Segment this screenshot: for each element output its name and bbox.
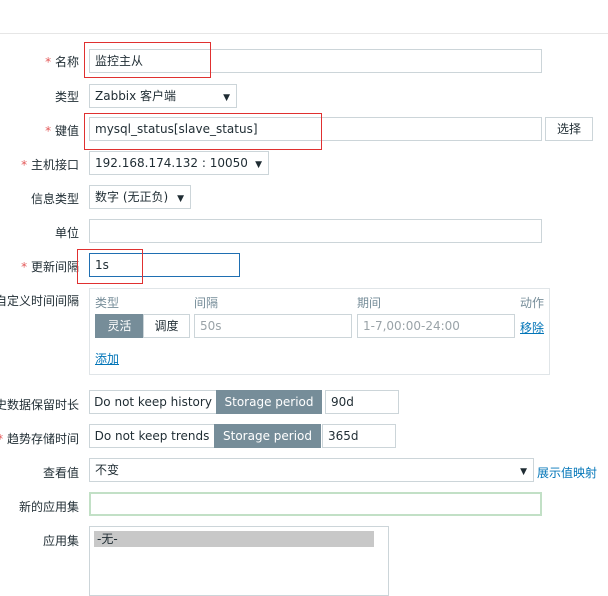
history-storage-button[interactable]: Storage period: [216, 390, 322, 414]
info-type-label: 信息类型: [30, 192, 79, 206]
apps-option[interactable]: -无-: [94, 531, 374, 547]
custom-intervals-label: 自定义时间间隔: [0, 294, 79, 308]
show-value-label: 查看值: [42, 466, 79, 480]
select-key-button[interactable]: 选择: [545, 117, 593, 141]
interface-select[interactable]: 192.168.174.132 : 10050: [89, 151, 269, 175]
new-app-label: 新的应用集: [18, 500, 79, 514]
type-select[interactable]: Zabbix 客户端: [89, 84, 237, 108]
type-label: 类型: [54, 90, 79, 104]
flexible-toggle[interactable]: 灵活: [95, 314, 144, 338]
history-label: 历史数据保留时长: [0, 398, 79, 412]
trends-no-keep-button[interactable]: Do not keep trends: [89, 424, 215, 448]
new-app-input[interactable]: [89, 492, 542, 516]
top-bar: [0, 0, 608, 34]
interface-label: * 主机接口: [21, 158, 79, 172]
interval-input[interactable]: 1s: [89, 253, 240, 277]
info-type-select[interactable]: 数字 (无正负): [89, 185, 191, 209]
history-value-input[interactable]: 90d: [325, 390, 399, 414]
custom-interval-input[interactable]: 50s: [194, 314, 352, 338]
custom-header-period: 期间: [357, 296, 382, 310]
custom-period-input[interactable]: 1-7,00:00-24:00: [357, 314, 515, 338]
units-input[interactable]: [89, 219, 542, 243]
units-label: 单位: [54, 226, 79, 240]
trends-value-input[interactable]: 365d: [322, 424, 396, 448]
history-no-keep-button[interactable]: Do not keep history: [89, 390, 217, 414]
trends-label: * 趋势存储时间: [0, 432, 79, 446]
value-mapping-link[interactable]: 展示值映射: [537, 464, 597, 481]
apps-listbox[interactable]: -无-: [89, 526, 389, 596]
custom-header-type: 类型: [95, 296, 120, 310]
name-input[interactable]: 监控主从: [89, 49, 542, 73]
name-label: * 名称: [45, 55, 79, 69]
apps-label: 应用集: [42, 534, 79, 548]
trends-storage-button[interactable]: Storage period: [214, 424, 321, 448]
remove-interval-link[interactable]: 移除: [520, 319, 544, 336]
key-input[interactable]: mysql_status[slave_status]: [89, 117, 542, 141]
add-interval-link[interactable]: 添加: [95, 350, 119, 367]
custom-header-interval: 间隔: [194, 296, 219, 310]
key-label: * 键值: [45, 124, 79, 138]
custom-header-action: 动作: [520, 296, 545, 310]
interval-label: * 更新间隔: [21, 260, 79, 274]
scheduling-toggle[interactable]: 调度: [143, 314, 190, 338]
show-value-select[interactable]: 不变: [89, 458, 534, 482]
